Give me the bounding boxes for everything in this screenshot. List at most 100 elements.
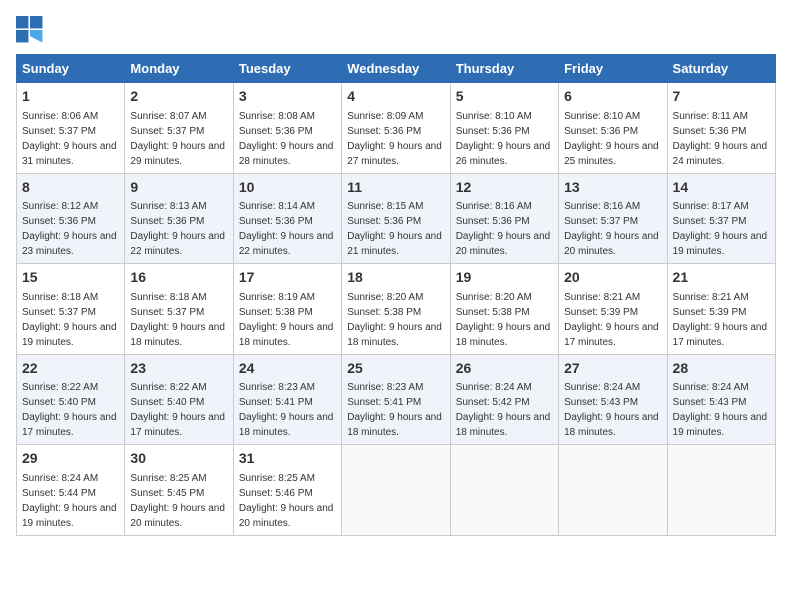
calendar-table: SundayMondayTuesdayWednesdayThursdayFrid…	[16, 54, 776, 536]
day-detail: Sunrise: 8:20 AMSunset: 5:38 PMDaylight:…	[347, 290, 444, 350]
day-number: 25	[347, 359, 444, 379]
day-number: 28	[673, 359, 770, 379]
day-detail: Sunrise: 8:22 AMSunset: 5:40 PMDaylight:…	[22, 380, 119, 440]
day-detail: Sunrise: 8:18 AMSunset: 5:37 PMDaylight:…	[22, 290, 119, 350]
day-detail: Sunrise: 8:24 AMSunset: 5:44 PMDaylight:…	[22, 471, 119, 531]
day-number: 16	[130, 268, 227, 288]
day-detail: Sunrise: 8:07 AMSunset: 5:37 PMDaylight:…	[130, 109, 227, 169]
day-number: 5	[456, 87, 553, 107]
week-row-2: 8Sunrise: 8:12 AMSunset: 5:36 PMDaylight…	[17, 173, 776, 264]
day-detail: Sunrise: 8:15 AMSunset: 5:36 PMDaylight:…	[347, 199, 444, 259]
week-row-4: 22Sunrise: 8:22 AMSunset: 5:40 PMDayligh…	[17, 354, 776, 445]
calendar-cell: 1Sunrise: 8:06 AMSunset: 5:37 PMDaylight…	[17, 83, 125, 174]
day-detail: Sunrise: 8:11 AMSunset: 5:36 PMDaylight:…	[673, 109, 770, 169]
day-detail: Sunrise: 8:20 AMSunset: 5:38 PMDaylight:…	[456, 290, 553, 350]
day-detail: Sunrise: 8:24 AMSunset: 5:43 PMDaylight:…	[564, 380, 661, 440]
day-number: 4	[347, 87, 444, 107]
calendar-cell: 27Sunrise: 8:24 AMSunset: 5:43 PMDayligh…	[559, 354, 667, 445]
calendar-cell: 6Sunrise: 8:10 AMSunset: 5:36 PMDaylight…	[559, 83, 667, 174]
calendar-cell: 18Sunrise: 8:20 AMSunset: 5:38 PMDayligh…	[342, 264, 450, 355]
calendar-cell: 19Sunrise: 8:20 AMSunset: 5:38 PMDayligh…	[450, 264, 558, 355]
day-number: 12	[456, 178, 553, 198]
day-number: 8	[22, 178, 119, 198]
day-detail: Sunrise: 8:24 AMSunset: 5:43 PMDaylight:…	[673, 380, 770, 440]
day-detail: Sunrise: 8:24 AMSunset: 5:42 PMDaylight:…	[456, 380, 553, 440]
day-detail: Sunrise: 8:22 AMSunset: 5:40 PMDaylight:…	[130, 380, 227, 440]
day-detail: Sunrise: 8:10 AMSunset: 5:36 PMDaylight:…	[564, 109, 661, 169]
day-number: 18	[347, 268, 444, 288]
day-number: 2	[130, 87, 227, 107]
weekday-header-tuesday: Tuesday	[233, 55, 341, 83]
day-detail: Sunrise: 8:08 AMSunset: 5:36 PMDaylight:…	[239, 109, 336, 169]
weekday-header-sunday: Sunday	[17, 55, 125, 83]
day-detail: Sunrise: 8:16 AMSunset: 5:36 PMDaylight:…	[456, 199, 553, 259]
weekday-header-thursday: Thursday	[450, 55, 558, 83]
day-detail: Sunrise: 8:21 AMSunset: 5:39 PMDaylight:…	[673, 290, 770, 350]
day-detail: Sunrise: 8:12 AMSunset: 5:36 PMDaylight:…	[22, 199, 119, 259]
week-row-5: 29Sunrise: 8:24 AMSunset: 5:44 PMDayligh…	[17, 445, 776, 536]
calendar-cell: 22Sunrise: 8:22 AMSunset: 5:40 PMDayligh…	[17, 354, 125, 445]
calendar-cell: 13Sunrise: 8:16 AMSunset: 5:37 PMDayligh…	[559, 173, 667, 264]
calendar-cell: 11Sunrise: 8:15 AMSunset: 5:36 PMDayligh…	[342, 173, 450, 264]
day-number: 26	[456, 359, 553, 379]
day-number: 3	[239, 87, 336, 107]
week-row-3: 15Sunrise: 8:18 AMSunset: 5:37 PMDayligh…	[17, 264, 776, 355]
calendar-cell: 10Sunrise: 8:14 AMSunset: 5:36 PMDayligh…	[233, 173, 341, 264]
day-number: 19	[456, 268, 553, 288]
day-number: 9	[130, 178, 227, 198]
calendar-cell: 31Sunrise: 8:25 AMSunset: 5:46 PMDayligh…	[233, 445, 341, 536]
day-number: 30	[130, 449, 227, 469]
calendar-cell: 5Sunrise: 8:10 AMSunset: 5:36 PMDaylight…	[450, 83, 558, 174]
calendar-cell: 4Sunrise: 8:09 AMSunset: 5:36 PMDaylight…	[342, 83, 450, 174]
calendar-cell: 23Sunrise: 8:22 AMSunset: 5:40 PMDayligh…	[125, 354, 233, 445]
day-detail: Sunrise: 8:16 AMSunset: 5:37 PMDaylight:…	[564, 199, 661, 259]
weekday-header-row: SundayMondayTuesdayWednesdayThursdayFrid…	[17, 55, 776, 83]
calendar-cell: 12Sunrise: 8:16 AMSunset: 5:36 PMDayligh…	[450, 173, 558, 264]
calendar-cell: 2Sunrise: 8:07 AMSunset: 5:37 PMDaylight…	[125, 83, 233, 174]
day-number: 27	[564, 359, 661, 379]
day-number: 21	[673, 268, 770, 288]
day-detail: Sunrise: 8:09 AMSunset: 5:36 PMDaylight:…	[347, 109, 444, 169]
calendar-cell: 25Sunrise: 8:23 AMSunset: 5:41 PMDayligh…	[342, 354, 450, 445]
calendar-cell: 15Sunrise: 8:18 AMSunset: 5:37 PMDayligh…	[17, 264, 125, 355]
calendar-cell: 9Sunrise: 8:13 AMSunset: 5:36 PMDaylight…	[125, 173, 233, 264]
page-header	[16, 16, 776, 44]
calendar-cell: 3Sunrise: 8:08 AMSunset: 5:36 PMDaylight…	[233, 83, 341, 174]
day-number: 1	[22, 87, 119, 107]
day-number: 15	[22, 268, 119, 288]
day-number: 7	[673, 87, 770, 107]
calendar-cell	[559, 445, 667, 536]
logo-icon	[16, 16, 44, 44]
day-detail: Sunrise: 8:23 AMSunset: 5:41 PMDaylight:…	[239, 380, 336, 440]
calendar-cell	[342, 445, 450, 536]
day-number: 13	[564, 178, 661, 198]
calendar-cell: 20Sunrise: 8:21 AMSunset: 5:39 PMDayligh…	[559, 264, 667, 355]
calendar-cell	[450, 445, 558, 536]
day-detail: Sunrise: 8:25 AMSunset: 5:45 PMDaylight:…	[130, 471, 227, 531]
calendar-cell: 7Sunrise: 8:11 AMSunset: 5:36 PMDaylight…	[667, 83, 775, 174]
day-number: 11	[347, 178, 444, 198]
day-number: 14	[673, 178, 770, 198]
weekday-header-friday: Friday	[559, 55, 667, 83]
calendar-cell: 30Sunrise: 8:25 AMSunset: 5:45 PMDayligh…	[125, 445, 233, 536]
calendar-cell: 8Sunrise: 8:12 AMSunset: 5:36 PMDaylight…	[17, 173, 125, 264]
calendar-cell: 21Sunrise: 8:21 AMSunset: 5:39 PMDayligh…	[667, 264, 775, 355]
day-detail: Sunrise: 8:18 AMSunset: 5:37 PMDaylight:…	[130, 290, 227, 350]
day-detail: Sunrise: 8:19 AMSunset: 5:38 PMDaylight:…	[239, 290, 336, 350]
logo	[16, 16, 48, 44]
calendar-cell: 14Sunrise: 8:17 AMSunset: 5:37 PMDayligh…	[667, 173, 775, 264]
day-number: 10	[239, 178, 336, 198]
day-detail: Sunrise: 8:25 AMSunset: 5:46 PMDaylight:…	[239, 471, 336, 531]
calendar-cell: 29Sunrise: 8:24 AMSunset: 5:44 PMDayligh…	[17, 445, 125, 536]
day-detail: Sunrise: 8:23 AMSunset: 5:41 PMDaylight:…	[347, 380, 444, 440]
calendar-cell: 24Sunrise: 8:23 AMSunset: 5:41 PMDayligh…	[233, 354, 341, 445]
calendar-cell: 28Sunrise: 8:24 AMSunset: 5:43 PMDayligh…	[667, 354, 775, 445]
day-number: 24	[239, 359, 336, 379]
week-row-1: 1Sunrise: 8:06 AMSunset: 5:37 PMDaylight…	[17, 83, 776, 174]
day-number: 23	[130, 359, 227, 379]
calendar-cell: 26Sunrise: 8:24 AMSunset: 5:42 PMDayligh…	[450, 354, 558, 445]
day-detail: Sunrise: 8:21 AMSunset: 5:39 PMDaylight:…	[564, 290, 661, 350]
weekday-header-monday: Monday	[125, 55, 233, 83]
calendar-cell: 17Sunrise: 8:19 AMSunset: 5:38 PMDayligh…	[233, 264, 341, 355]
weekday-header-wednesday: Wednesday	[342, 55, 450, 83]
